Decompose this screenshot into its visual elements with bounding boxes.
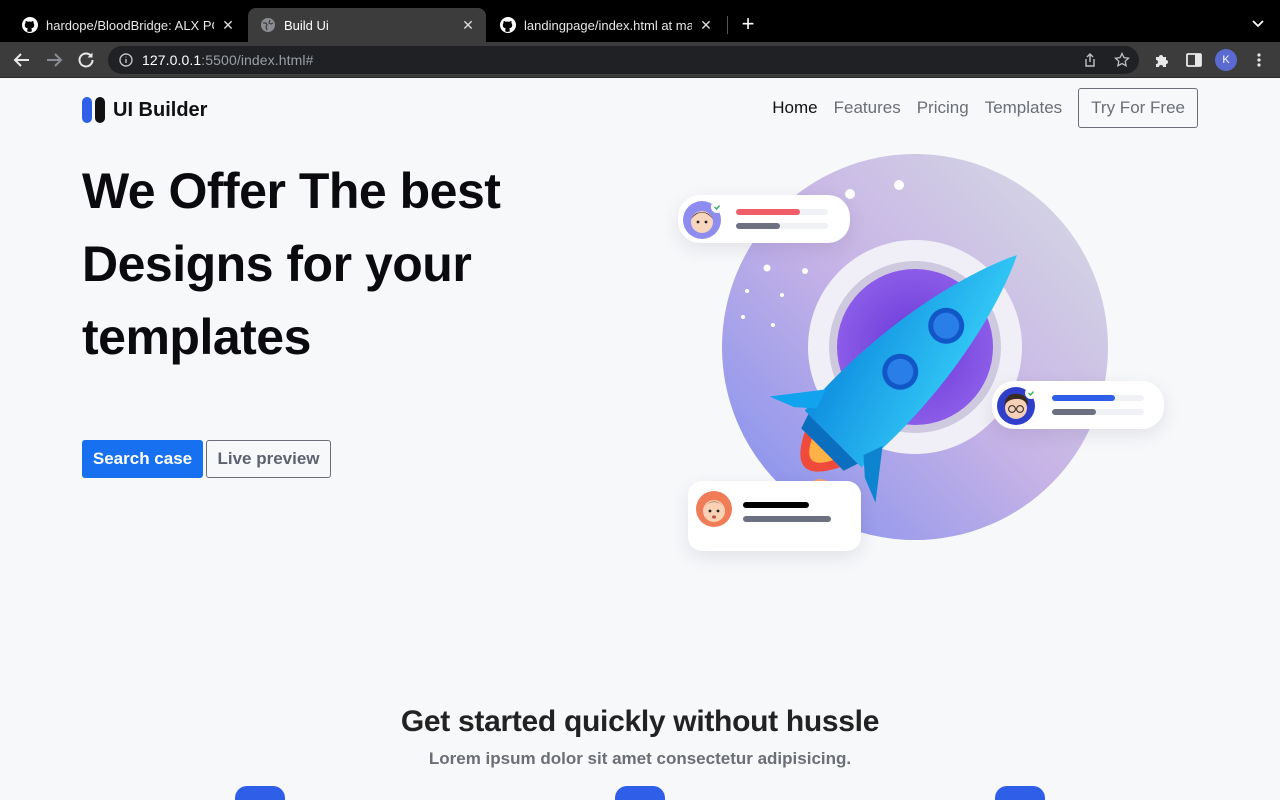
reload-icon[interactable] [76, 50, 96, 70]
main-nav: Home Features Pricing Templates Try For … [756, 88, 1198, 128]
user-avatar-icon [997, 387, 1037, 425]
user-card [688, 481, 861, 551]
placeholder-line [736, 209, 800, 215]
profile-avatar[interactable]: K [1215, 49, 1237, 71]
section-subtitle: Lorem ipsum dolor sit amet consectetur a… [428, 749, 852, 768]
tab-divider [727, 16, 728, 34]
chevron-down-icon[interactable] [1250, 15, 1266, 31]
github-icon [22, 17, 38, 33]
browser-toolbar: 127.0.0.1:5500/index.html# [0, 42, 1280, 78]
user-avatar-icon [683, 201, 723, 239]
logo-text: UI Builder [113, 98, 208, 121]
back-arrow-icon[interactable] [12, 50, 32, 70]
placeholder-line [1052, 409, 1096, 415]
tab-title: hardope/BloodBridge: ALX PORTFOLIO [46, 17, 214, 33]
nav-pricing-link[interactable]: Pricing [917, 98, 969, 118]
page-content: UI Builder Home Features Pricing Templat… [0, 79, 1280, 800]
globe-icon [261, 18, 275, 32]
section-title: Get started quickly without hussle [400, 705, 880, 738]
tab-github-landingpage[interactable]: landingpage/index.html at main ✕ [488, 8, 724, 42]
search-case-button[interactable]: Search case [82, 440, 203, 478]
share-icon[interactable] [1082, 52, 1098, 68]
address-bar[interactable]: 127.0.0.1:5500/index.html# [108, 46, 1139, 74]
browser-tab-bar: hardope/BloodBridge: ALX PORTFOLIO ✕ Bui… [0, 0, 1280, 42]
tab-build-ui[interactable]: Build Ui ✕ [248, 8, 486, 42]
close-tab-icon[interactable]: ✕ [460, 17, 476, 33]
user-avatar-icon [696, 491, 732, 527]
hero-illustration [670, 147, 1180, 557]
url-path: :5500/index.html# [201, 52, 314, 68]
logo-mark-icon [82, 97, 105, 123]
new-tab-button[interactable]: + [737, 13, 759, 36]
live-preview-button[interactable]: Live preview [206, 440, 331, 478]
tab-title: Build Ui [284, 17, 329, 33]
hero-title-line: We Offer The best [82, 163, 501, 219]
nav-features-link[interactable]: Features [834, 98, 901, 118]
hero-title: We Offer The best Designs for your templ… [82, 155, 602, 374]
user-card [678, 195, 850, 243]
close-tab-icon[interactable]: ✕ [220, 17, 236, 33]
bookmark-star-icon[interactable] [1114, 52, 1130, 68]
nav-templates-link[interactable]: Templates [985, 98, 1062, 118]
placeholder-line [736, 223, 780, 229]
placeholder-line [1052, 395, 1115, 401]
feature-icon [615, 786, 665, 800]
forward-arrow-icon[interactable] [44, 50, 64, 70]
nav-home-link[interactable]: Home [772, 98, 817, 118]
try-for-free-button[interactable]: Try For Free [1078, 88, 1198, 128]
hero-title-line: Designs for your [82, 236, 472, 292]
url-host: 127.0.0.1 [142, 52, 202, 68]
site-logo[interactable]: UI Builder [82, 97, 207, 123]
tab-github-bloodbridge[interactable]: hardope/BloodBridge: ALX PORTFOLIO ✕ [10, 8, 246, 42]
hero-title-line: templates [82, 309, 311, 365]
tab-title: landingpage/index.html at main [524, 17, 692, 33]
url-text: 127.0.0.1:5500/index.html# [142, 52, 314, 68]
close-tab-icon[interactable]: ✕ [698, 17, 714, 33]
feature-icon [995, 786, 1045, 800]
side-panel-icon[interactable] [1185, 51, 1203, 69]
placeholder-line [743, 516, 831, 522]
feature-icon [235, 786, 285, 800]
info-icon[interactable] [119, 53, 133, 67]
placeholder-line [743, 502, 809, 508]
more-menu-icon[interactable] [1250, 51, 1268, 69]
extensions-puzzle-icon[interactable] [1153, 51, 1171, 69]
github-icon [500, 17, 516, 33]
user-card [992, 381, 1164, 429]
